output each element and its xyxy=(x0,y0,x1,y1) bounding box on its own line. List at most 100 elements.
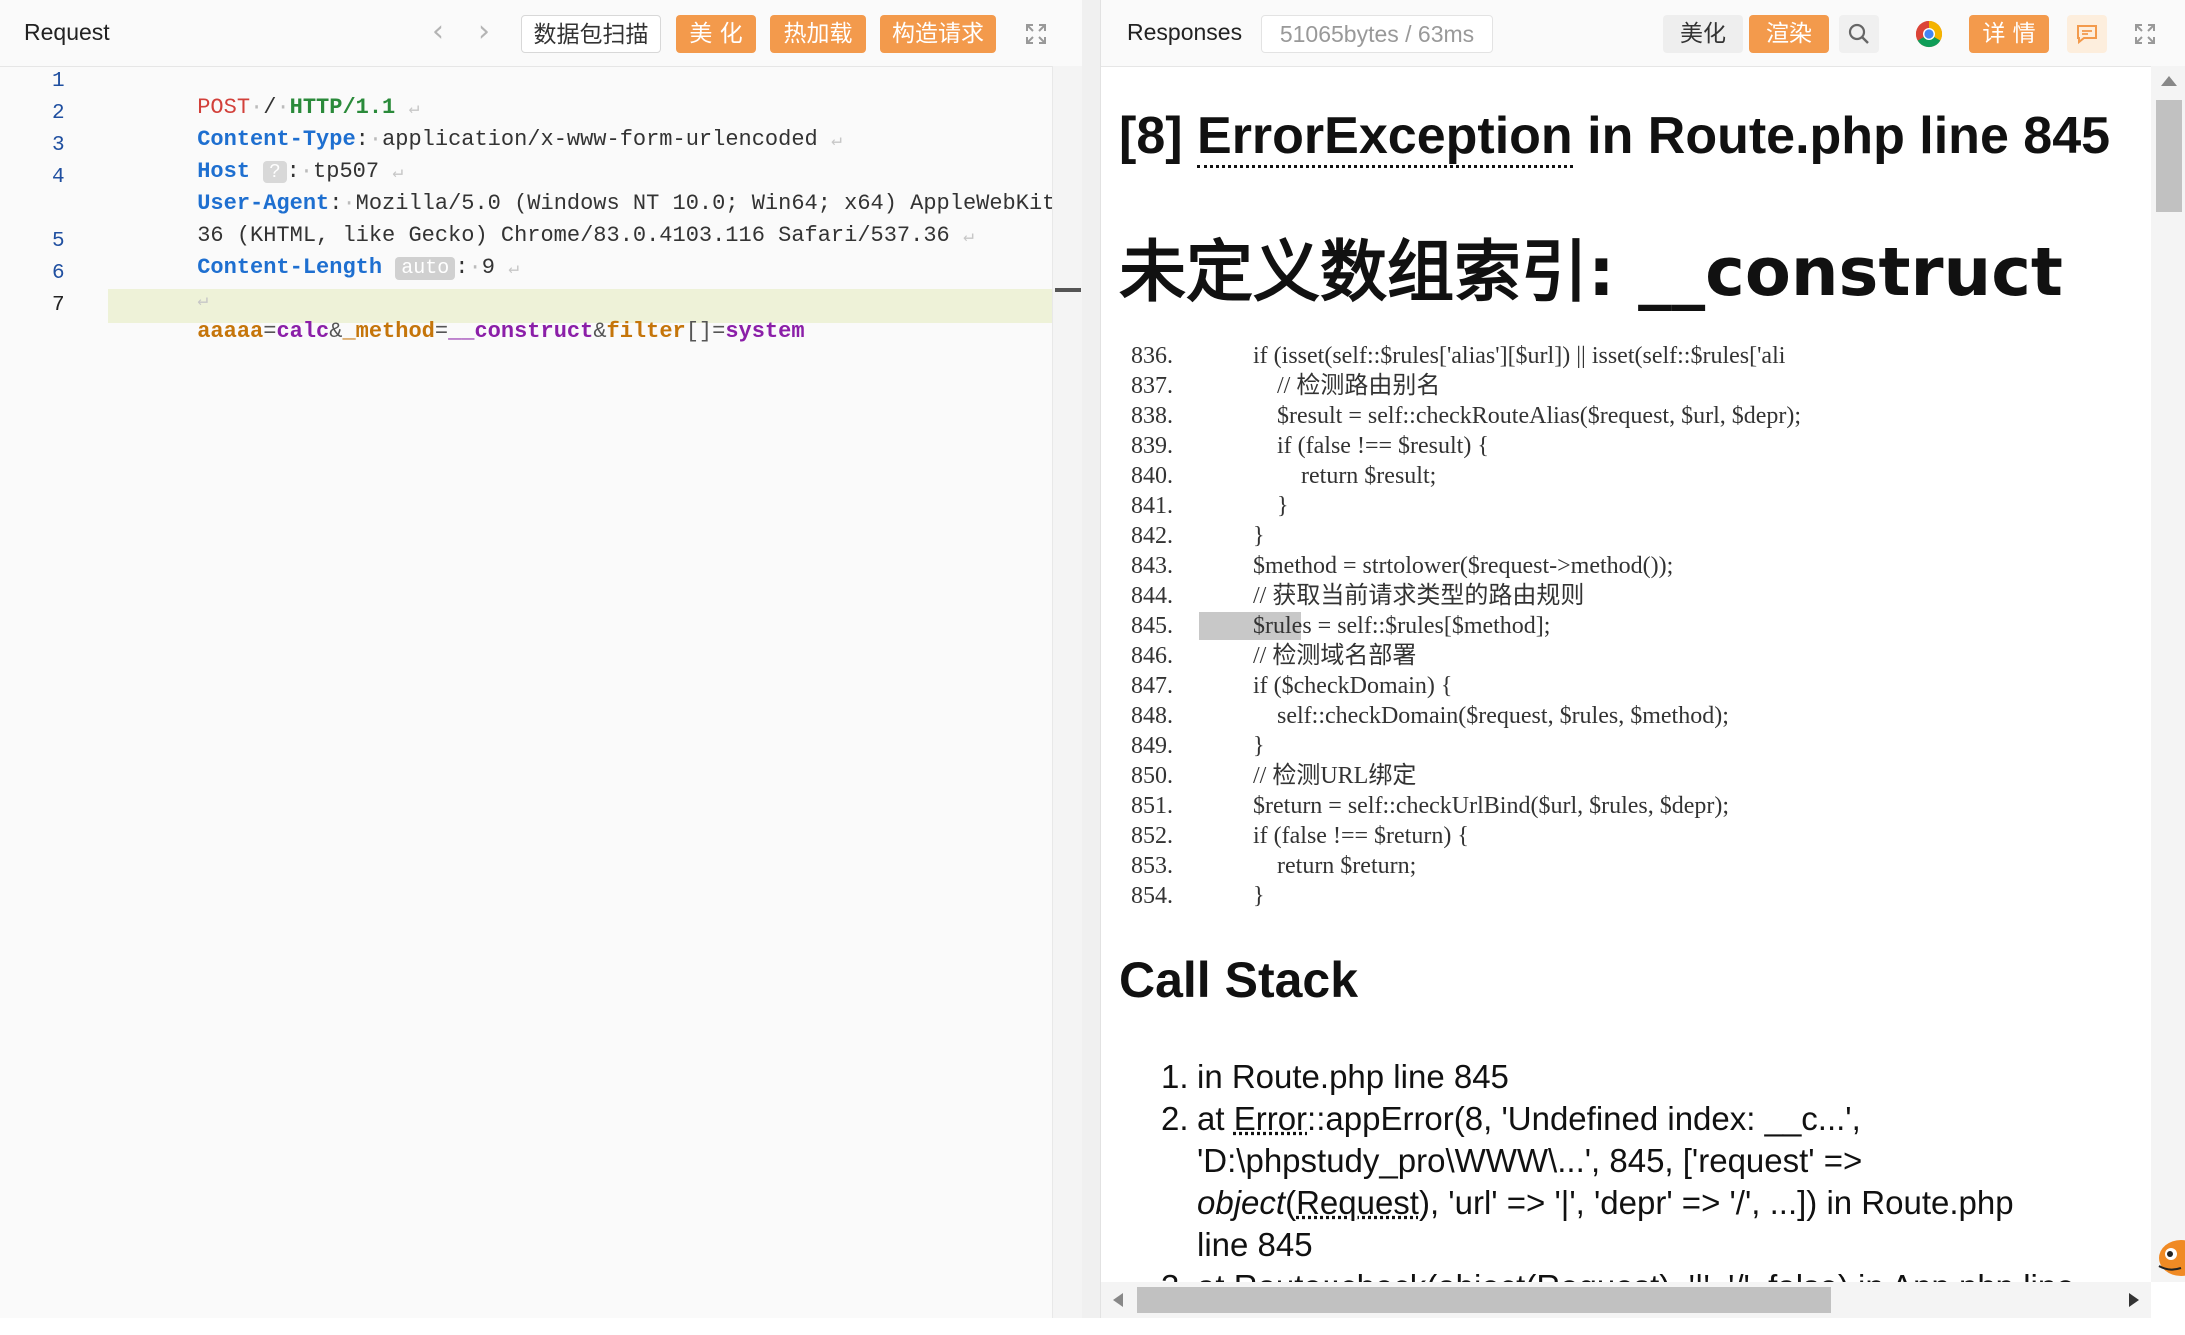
call-stack-index: 2. xyxy=(1161,1098,1189,1140)
source-line-code: // 检测URL绑定 xyxy=(1205,761,1416,791)
scroll-thumb[interactable] xyxy=(1137,1287,1831,1313)
request-scrollbar[interactable] xyxy=(1052,66,1083,1318)
param-value: calc xyxy=(276,319,329,344)
line-number: 3 xyxy=(52,134,72,157)
render-button[interactable]: 渲染 xyxy=(1749,15,1829,53)
hot-load-button[interactable]: 热加载 xyxy=(770,15,866,53)
call-stack-title: Call Stack xyxy=(1119,951,1358,1009)
source-line-number: 836. xyxy=(1131,341,1191,371)
source-line-number: 840. xyxy=(1131,461,1191,491)
scroll-left-icon[interactable] xyxy=(1113,1293,1123,1307)
param-name: aaaaa xyxy=(197,319,263,344)
scroll-marker xyxy=(1055,288,1081,292)
beautify-button[interactable]: 美化 xyxy=(1663,15,1743,53)
response-horizontal-scrollbar[interactable] xyxy=(1101,1282,2151,1318)
source-line-number: 838. xyxy=(1131,401,1191,431)
line-number: 5 xyxy=(52,230,72,253)
chrome-icon[interactable] xyxy=(1909,15,1949,53)
source-line-code: if (isset(self::$rules['alias'][$url]) |… xyxy=(1205,341,1785,371)
line-number: 4 xyxy=(52,166,72,189)
source-line-code: } xyxy=(1205,521,1265,551)
call-stack-index: 3. xyxy=(1161,1266,1189,1282)
line-number: 1 xyxy=(52,70,72,93)
beautify-button[interactable]: 美 化 xyxy=(676,15,756,53)
panel-divider[interactable] xyxy=(1082,0,1100,1318)
source-line-code: return $return; xyxy=(1205,851,1416,881)
param-value: system xyxy=(725,319,804,344)
source-line-number: 853. xyxy=(1131,851,1191,881)
source-line-code: $result = self::checkRouteAlias($request… xyxy=(1205,401,1801,431)
param-name: _method xyxy=(342,319,434,344)
auto-badge[interactable]: auto xyxy=(395,257,455,280)
mascot-icon[interactable] xyxy=(2151,1212,2185,1282)
prev-arrow-icon[interactable]: ‹ xyxy=(432,14,444,49)
scroll-up-icon[interactable] xyxy=(2161,76,2177,86)
exception-type[interactable]: ErrorException xyxy=(1197,107,1573,168)
request-toolbar: Request ‹ › 数据包扫描 美 化 热加载 构造请求 xyxy=(0,0,1082,67)
source-line-number: 849. xyxy=(1131,731,1191,761)
line-number: 2 xyxy=(52,102,72,125)
search-icon[interactable] xyxy=(1839,15,1879,53)
call-stack-text: ), 'url' => '|', 'depr' => '/', ...]) in… xyxy=(1419,1184,2014,1221)
source-line-number: 844. xyxy=(1131,581,1191,611)
scroll-thumb[interactable] xyxy=(2156,100,2182,212)
source-line-code: if (false !== $return) { xyxy=(1205,821,1469,851)
body-line: aaaaa=calc&_method=__construct&filter[]=… xyxy=(118,294,805,369)
class-link[interactable]: Request xyxy=(1296,1184,1419,1221)
source-line-code: // 检测域名部署 xyxy=(1205,641,1416,671)
return-icon: ↵ xyxy=(831,131,842,151)
param-value: __construct xyxy=(448,319,593,344)
source-line-number: 851. xyxy=(1131,791,1191,821)
comment-icon[interactable] xyxy=(2067,15,2107,53)
class-link[interactable]: Error xyxy=(1234,1100,1307,1137)
source-line-number: 846. xyxy=(1131,641,1191,671)
param-brackets: [] xyxy=(686,319,712,344)
header-name: Content-Length xyxy=(197,255,382,280)
call-stack-text: line 845 xyxy=(1197,1226,1313,1263)
error-message: 未定义数组索引: __construct xyxy=(1119,218,2063,315)
line-number: 6 xyxy=(52,262,72,285)
source-line-number: 842. xyxy=(1131,521,1191,551)
source-line-number: 843. xyxy=(1131,551,1191,581)
source-line-code: // 获取当前请求类型的路由规则 xyxy=(1205,581,1584,611)
return-icon: ↵ xyxy=(963,227,974,247)
response-vertical-scrollbar[interactable] xyxy=(2151,66,2185,1282)
source-line-code: } xyxy=(1205,881,1265,911)
call-stack-text: 'D:\phpstudy_pro\WWW\...', 845, ['reques… xyxy=(1197,1142,1862,1179)
source-line-code: if (false !== $result) { xyxy=(1205,431,1489,461)
source-line-number: 852. xyxy=(1131,821,1191,851)
packet-scan-button[interactable]: 数据包扫描 xyxy=(521,15,661,53)
fullscreen-icon[interactable] xyxy=(2125,15,2165,53)
source-line-code: self::checkDomain($request, $rules, $met… xyxy=(1205,701,1729,731)
next-arrow-icon[interactable]: › xyxy=(478,14,490,49)
response-toolbar: Responses 51065bytes / 63ms 美化 渲染 详 情 xyxy=(1101,0,2185,67)
call-stack-text: at xyxy=(1197,1100,1234,1137)
call-stack-item: 2. at Error::appError(8, 'Undefined inde… xyxy=(1163,1098,2123,1266)
source-line-number: 837. xyxy=(1131,371,1191,401)
request-editor[interactable]: 1 2 3 4 5 6 7 POST·/·HTTP/1.1 ↵ Content-… xyxy=(0,66,1052,1318)
call-stack-object: object xyxy=(1197,1184,1285,1221)
source-line-code: $method = strtolower($request->method())… xyxy=(1205,551,1673,581)
call-stack-text: ::appError(8, 'Undefined index: __c...', xyxy=(1307,1100,1861,1137)
call-stack-index: 1. xyxy=(1161,1056,1189,1098)
source-line-number: 847. xyxy=(1131,671,1191,701)
source-line-code: if ($checkDomain) { xyxy=(1205,671,1452,701)
response-title: Responses xyxy=(1127,19,1242,46)
source-line-number: 845. xyxy=(1131,611,1191,641)
response-size-badge: 51065bytes / 63ms xyxy=(1261,15,1493,53)
rendered-response[interactable]: [8] ErrorException in Route.php line 845… xyxy=(1101,66,2151,1282)
source-line-code: // 检测路由别名 xyxy=(1205,371,1440,401)
fullscreen-icon[interactable] xyxy=(1016,15,1056,53)
details-button[interactable]: 详 情 xyxy=(1969,15,2049,53)
source-line-code: } xyxy=(1205,491,1289,521)
construct-request-button[interactable]: 构造请求 xyxy=(880,15,996,53)
scroll-right-icon[interactable] xyxy=(2129,1293,2139,1307)
source-line-number: 854. xyxy=(1131,881,1191,911)
request-panel: Request ‹ › 数据包扫描 美 化 热加载 构造请求 1 2 3 4 5… xyxy=(0,0,1083,1318)
call-stack-item: 3. at Route::check(object(Request), '|',… xyxy=(1163,1266,2123,1282)
source-line-number: 841. xyxy=(1131,491,1191,521)
source-line-code: $return = self::checkUrlBind($url, $rule… xyxy=(1205,791,1729,821)
source-line-code: return $result; xyxy=(1205,461,1436,491)
call-stack-text: in Route.php line 845 xyxy=(1197,1058,1509,1095)
call-stack-text: at Route::check(object(Request), '|', '/… xyxy=(1197,1268,2075,1282)
